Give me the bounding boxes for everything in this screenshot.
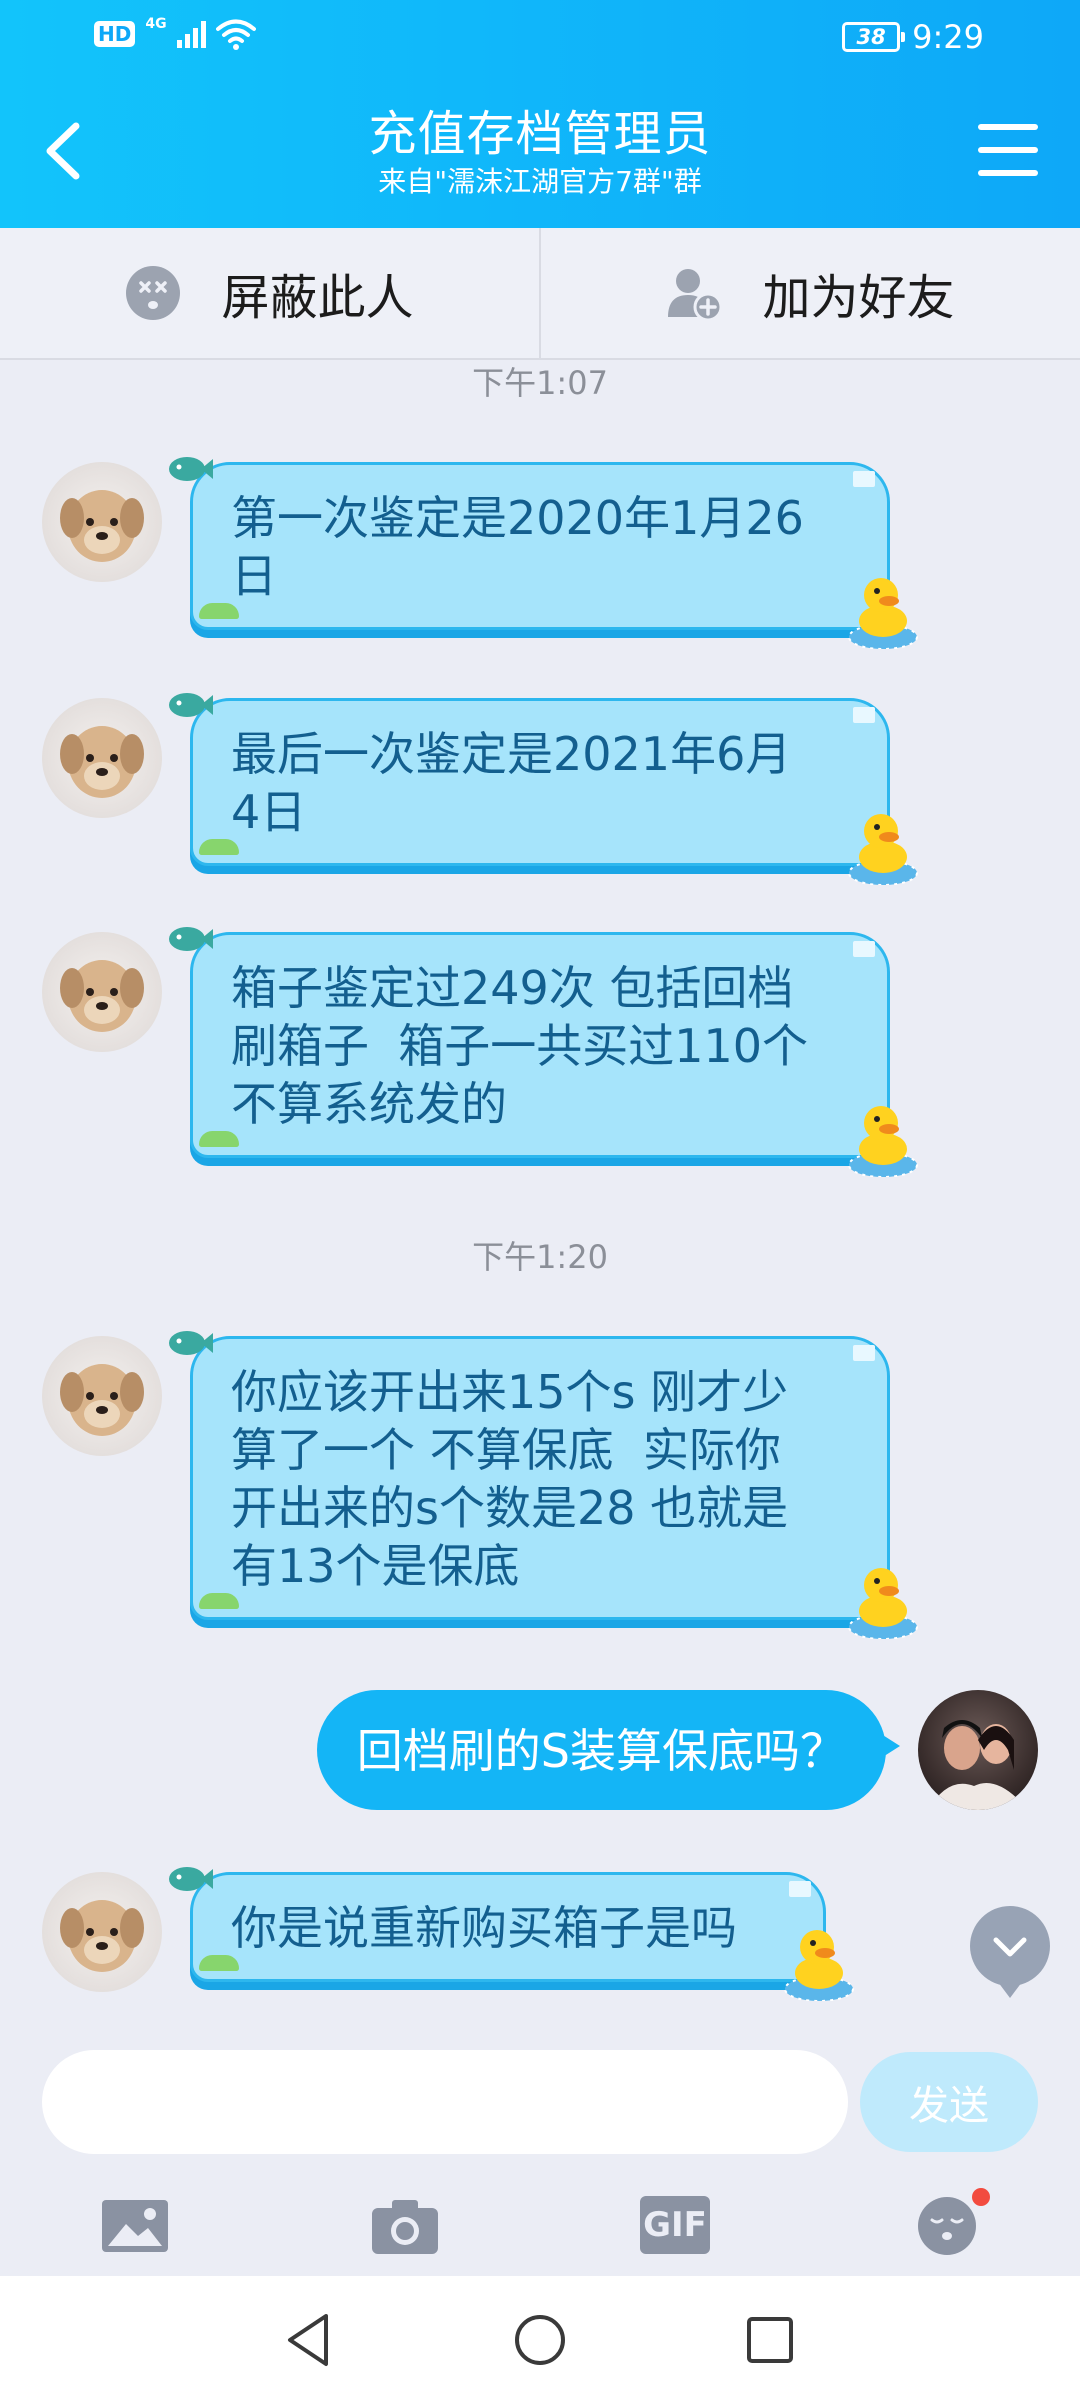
status-right: 38 9:29 <box>842 18 984 56</box>
message-line: 回档刷的S装算保底吗？ <box>356 1724 846 1778</box>
avatar[interactable] <box>42 1872 162 1992</box>
duck-icon <box>848 578 918 649</box>
image-icon <box>102 2200 168 2252</box>
message-bubble-incoming[interactable]: 你是说重新购买箱子是吗 <box>169 1867 854 2001</box>
message-line: 4日 <box>231 785 307 839</box>
camera-icon <box>372 2200 438 2254</box>
clock: 9:29 <box>912 18 984 56</box>
fish-icon <box>169 1867 213 1891</box>
puppy-icon <box>60 490 144 562</box>
message-bubble-incoming[interactable]: 最后一次鉴定是2021年6月 4日 <box>169 693 918 885</box>
hamburger-menu-icon <box>978 124 1038 130</box>
message-line: 最后一次鉴定是2021年6月 <box>231 727 792 781</box>
timestamp: 下午1:20 <box>472 1238 608 1276</box>
timestamp: 下午1:07 <box>472 364 608 402</box>
my-avatar[interactable] <box>918 1690 1038 1810</box>
duck-icon <box>848 814 918 885</box>
note-icon <box>853 1345 875 1361</box>
nav-home-button[interactable] <box>510 2310 570 2370</box>
message-line: 你应该开出来15个s 刚才少 <box>231 1365 789 1419</box>
chat-subtitle: 来自"濡沫江湖官方7群"群 <box>378 165 702 198</box>
network-type: 4G <box>145 16 167 32</box>
input-area: 发送 GIF <box>0 2016 1080 2276</box>
avatar[interactable] <box>42 698 162 818</box>
puppy-icon <box>60 1900 144 1972</box>
puppy-icon <box>60 726 144 798</box>
message-line: 开出来的s个数是28 也就是 <box>231 1481 789 1535</box>
nav-back-button[interactable] <box>280 2310 340 2370</box>
message-line: 刷箱子 箱子一共买过110个 <box>231 1019 809 1073</box>
gif-icon: GIF <box>640 2196 710 2254</box>
tool-bar: GIF <box>0 2176 1080 2276</box>
emoji-icon <box>918 2197 976 2255</box>
block-user-button[interactable]: 屏蔽此人 <box>0 228 539 358</box>
chat-header: HD 4G 38 9:29 充值存档管理员 来自"濡沫江湖官方7群"群 <box>0 0 1080 228</box>
message-line: 箱子鉴定过249次 包括回档 <box>231 961 794 1015</box>
camera-button[interactable] <box>370 2196 440 2256</box>
message-line: 你是说重新购买箱子是吗 <box>231 1901 737 1955</box>
scroll-to-bottom-button[interactable] <box>970 1906 1050 1998</box>
duck-icon <box>784 1930 854 2001</box>
chat-title: 充值存档管理员 <box>368 106 712 162</box>
user-photo-icon <box>928 1720 1028 1810</box>
signal-icon <box>176 20 206 48</box>
battery-icon: 38 <box>842 22 906 52</box>
message-line: 第一次鉴定是2020年1月26 <box>231 491 804 545</box>
message-bubble-incoming[interactable]: 第一次鉴定是2020年1月26 日 <box>169 457 918 649</box>
avatar[interactable] <box>42 1336 162 1456</box>
notification-dot <box>972 2188 990 2206</box>
system-nav-bar <box>0 2276 1080 2400</box>
fish-icon <box>169 927 213 951</box>
status-left: HD 4G <box>94 16 256 50</box>
gif-button[interactable]: GIF <box>640 2196 710 2256</box>
fish-icon <box>169 1331 213 1355</box>
blocked-face-icon <box>126 266 181 320</box>
triangle-back-icon <box>288 2314 328 2366</box>
puppy-icon <box>60 960 144 1032</box>
menu-button[interactable] <box>978 124 1038 176</box>
title-block: 充值存档管理员 来自"濡沫江湖官方7群"群 <box>0 104 1080 200</box>
duck-icon <box>848 1568 918 1639</box>
send-button[interactable]: 发送 <box>860 2052 1038 2152</box>
puppy-icon <box>60 1364 144 1436</box>
note-icon <box>853 707 875 723</box>
message-line: 有13个是保底 <box>231 1539 520 1593</box>
avatar[interactable] <box>42 462 162 582</box>
note-icon <box>853 471 875 487</box>
hd-badge: HD <box>94 21 136 47</box>
block-user-label: 屏蔽此人 <box>221 270 414 326</box>
duck-icon <box>848 1106 918 1177</box>
message-line: 不算系统发的 <box>231 1077 507 1131</box>
message-bubble-incoming[interactable]: 箱子鉴定过249次 包括回档 刷箱子 箱子一共买过110个 不算系统发的 <box>169 927 918 1177</box>
fish-icon <box>169 457 213 481</box>
chevron-down-icon <box>993 1937 1027 1957</box>
add-person-icon <box>668 269 723 321</box>
note-icon <box>853 941 875 957</box>
message-line: 算了一个 不算保底 实际你 <box>231 1423 781 1477</box>
emoji-button[interactable] <box>912 2188 990 2256</box>
avatar[interactable] <box>42 932 162 1052</box>
message-input[interactable] <box>42 2050 848 2154</box>
nav-recents-button[interactable] <box>740 2310 800 2370</box>
image-button[interactable] <box>100 2196 170 2256</box>
circle-home-icon <box>515 2315 565 2365</box>
message-line: 日 <box>231 549 277 603</box>
note-icon <box>789 1881 811 1897</box>
message-bubble-outgoing[interactable]: 回档刷的S装算保底吗？ <box>316 1690 901 1810</box>
add-friend-label: 加为好友 <box>762 270 955 326</box>
wifi-icon <box>215 19 256 50</box>
action-bar: 屏蔽此人 加为好友 <box>0 228 1080 360</box>
fish-icon <box>169 693 213 717</box>
message-bubble-incoming[interactable]: 你应该开出来15个s 刚才少 算了一个 不算保底 实际你 开出来的s个数是28 … <box>169 1331 918 1639</box>
square-recents-icon <box>747 2317 793 2363</box>
status-bar: HD 4G 38 9:29 <box>0 0 1080 76</box>
add-friend-button[interactable]: 加为好友 <box>539 228 1080 358</box>
